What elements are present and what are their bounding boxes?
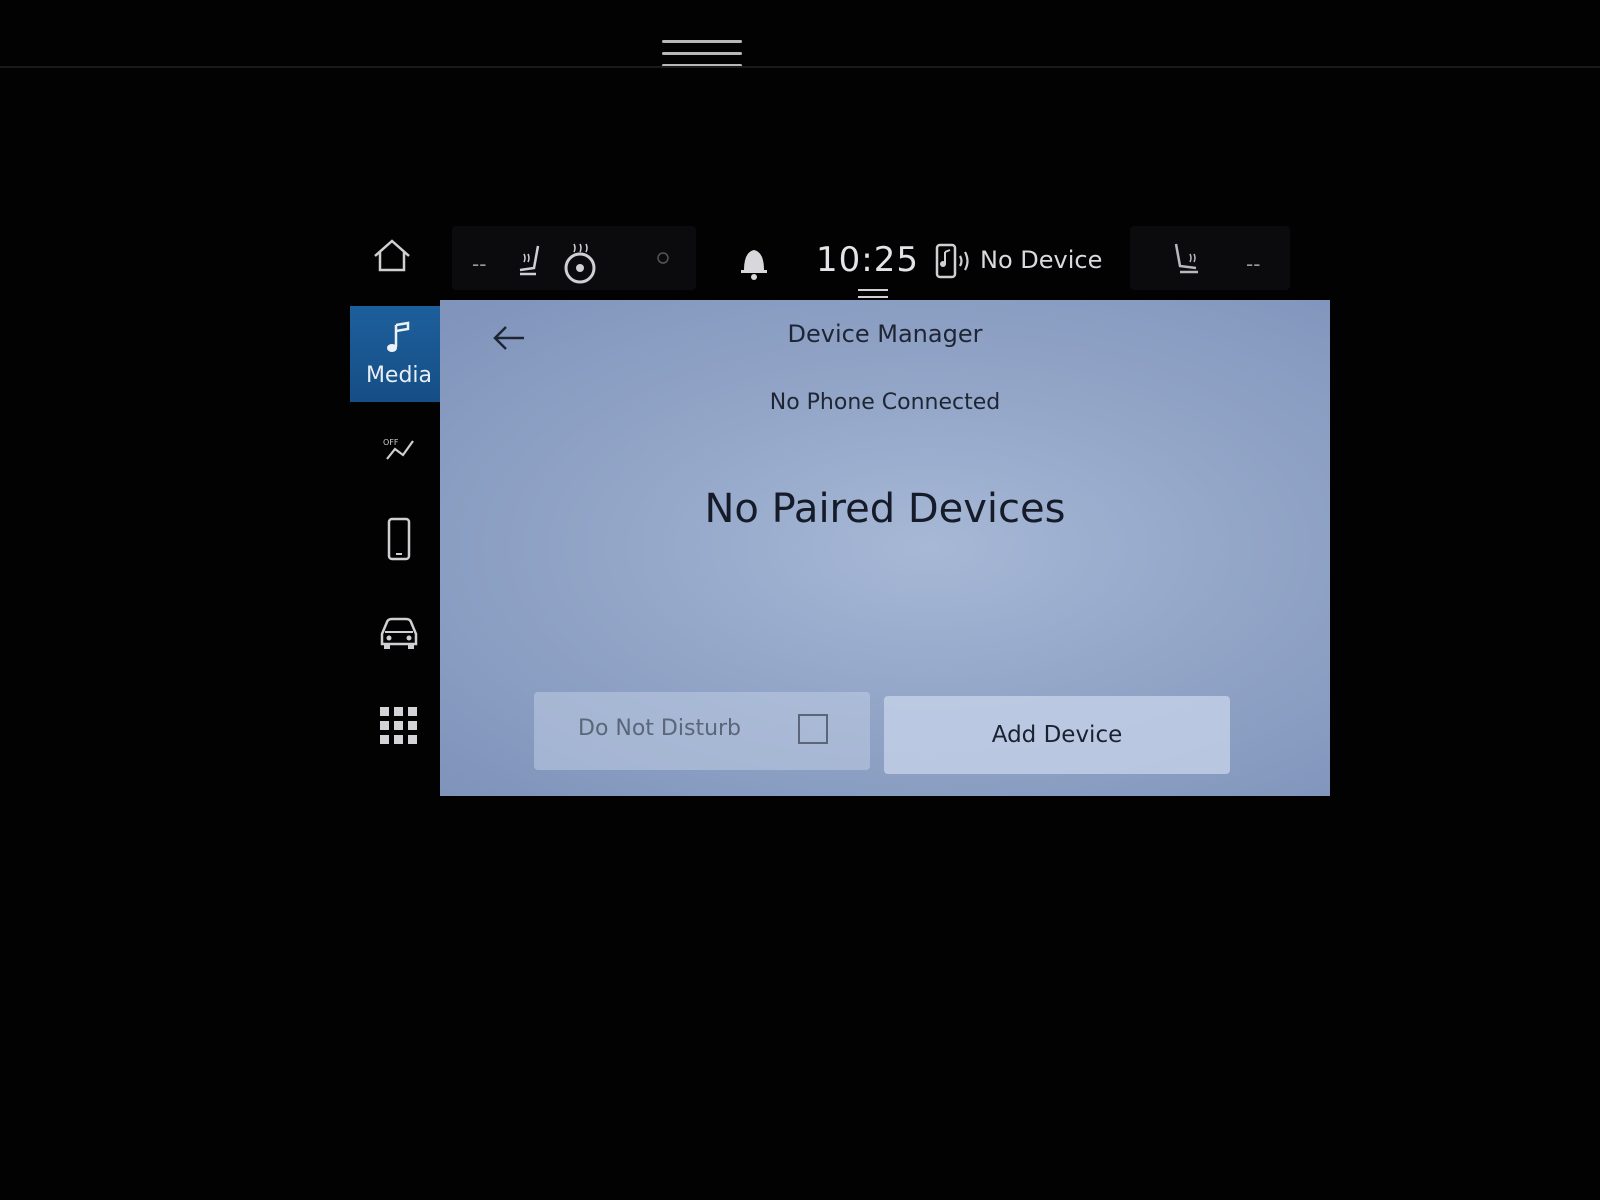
- music-note-icon: [384, 321, 414, 361]
- steering-heat-icon[interactable]: [560, 240, 600, 288]
- passenger-seat-heat-icon[interactable]: [1168, 240, 1204, 284]
- connected-device-label[interactable]: No Device: [980, 246, 1102, 274]
- climate-group-right: [1130, 226, 1290, 290]
- status-bar: -- 10:25 No Device --: [360, 222, 1310, 300]
- sidebar-item-climate[interactable]: OFF: [350, 424, 448, 480]
- add-device-label: Add Device: [991, 722, 1123, 748]
- temp-left[interactable]: --: [472, 252, 486, 276]
- bezel-edge: [0, 66, 1600, 68]
- seat-heat-icon[interactable]: [514, 242, 550, 286]
- add-device-button[interactable]: Add Device: [884, 696, 1230, 774]
- sidebar-item-apps[interactable]: [350, 700, 448, 756]
- device-manager-panel: Device Manager No Phone Connected No Pai…: [440, 300, 1330, 796]
- svg-text:OFF: OFF: [383, 438, 399, 447]
- sidebar-item-media[interactable]: Media: [350, 306, 448, 402]
- sidebar: Media OFF: [350, 300, 448, 780]
- notification-bell-icon[interactable]: [736, 242, 772, 286]
- connection-status: No Phone Connected: [769, 390, 1001, 415]
- phone-audio-icon[interactable]: [934, 242, 976, 286]
- car-icon: [376, 612, 422, 656]
- do-not-disturb-checkbox[interactable]: [798, 714, 828, 744]
- do-not-disturb-label: Do Not Disturb: [578, 716, 742, 741]
- sidebar-item-label: Media: [365, 362, 433, 388]
- sidebar-item-vehicle[interactable]: [350, 606, 448, 662]
- apps-grid-icon: [378, 705, 420, 751]
- vent-light: [662, 40, 742, 76]
- page-title: Device Manager: [787, 320, 983, 348]
- temp-right[interactable]: --: [1246, 252, 1260, 276]
- fan-off-icon: OFF: [381, 435, 417, 469]
- clock-time: 10:25: [816, 240, 919, 280]
- empty-state-message: No Paired Devices: [704, 486, 1066, 532]
- phone-icon: [385, 517, 413, 565]
- alert-dot-icon: [656, 250, 670, 269]
- home-icon[interactable]: [370, 236, 414, 280]
- do-not-disturb-toggle[interactable]: Do Not Disturb: [534, 692, 870, 770]
- sidebar-item-phone[interactable]: [350, 510, 448, 572]
